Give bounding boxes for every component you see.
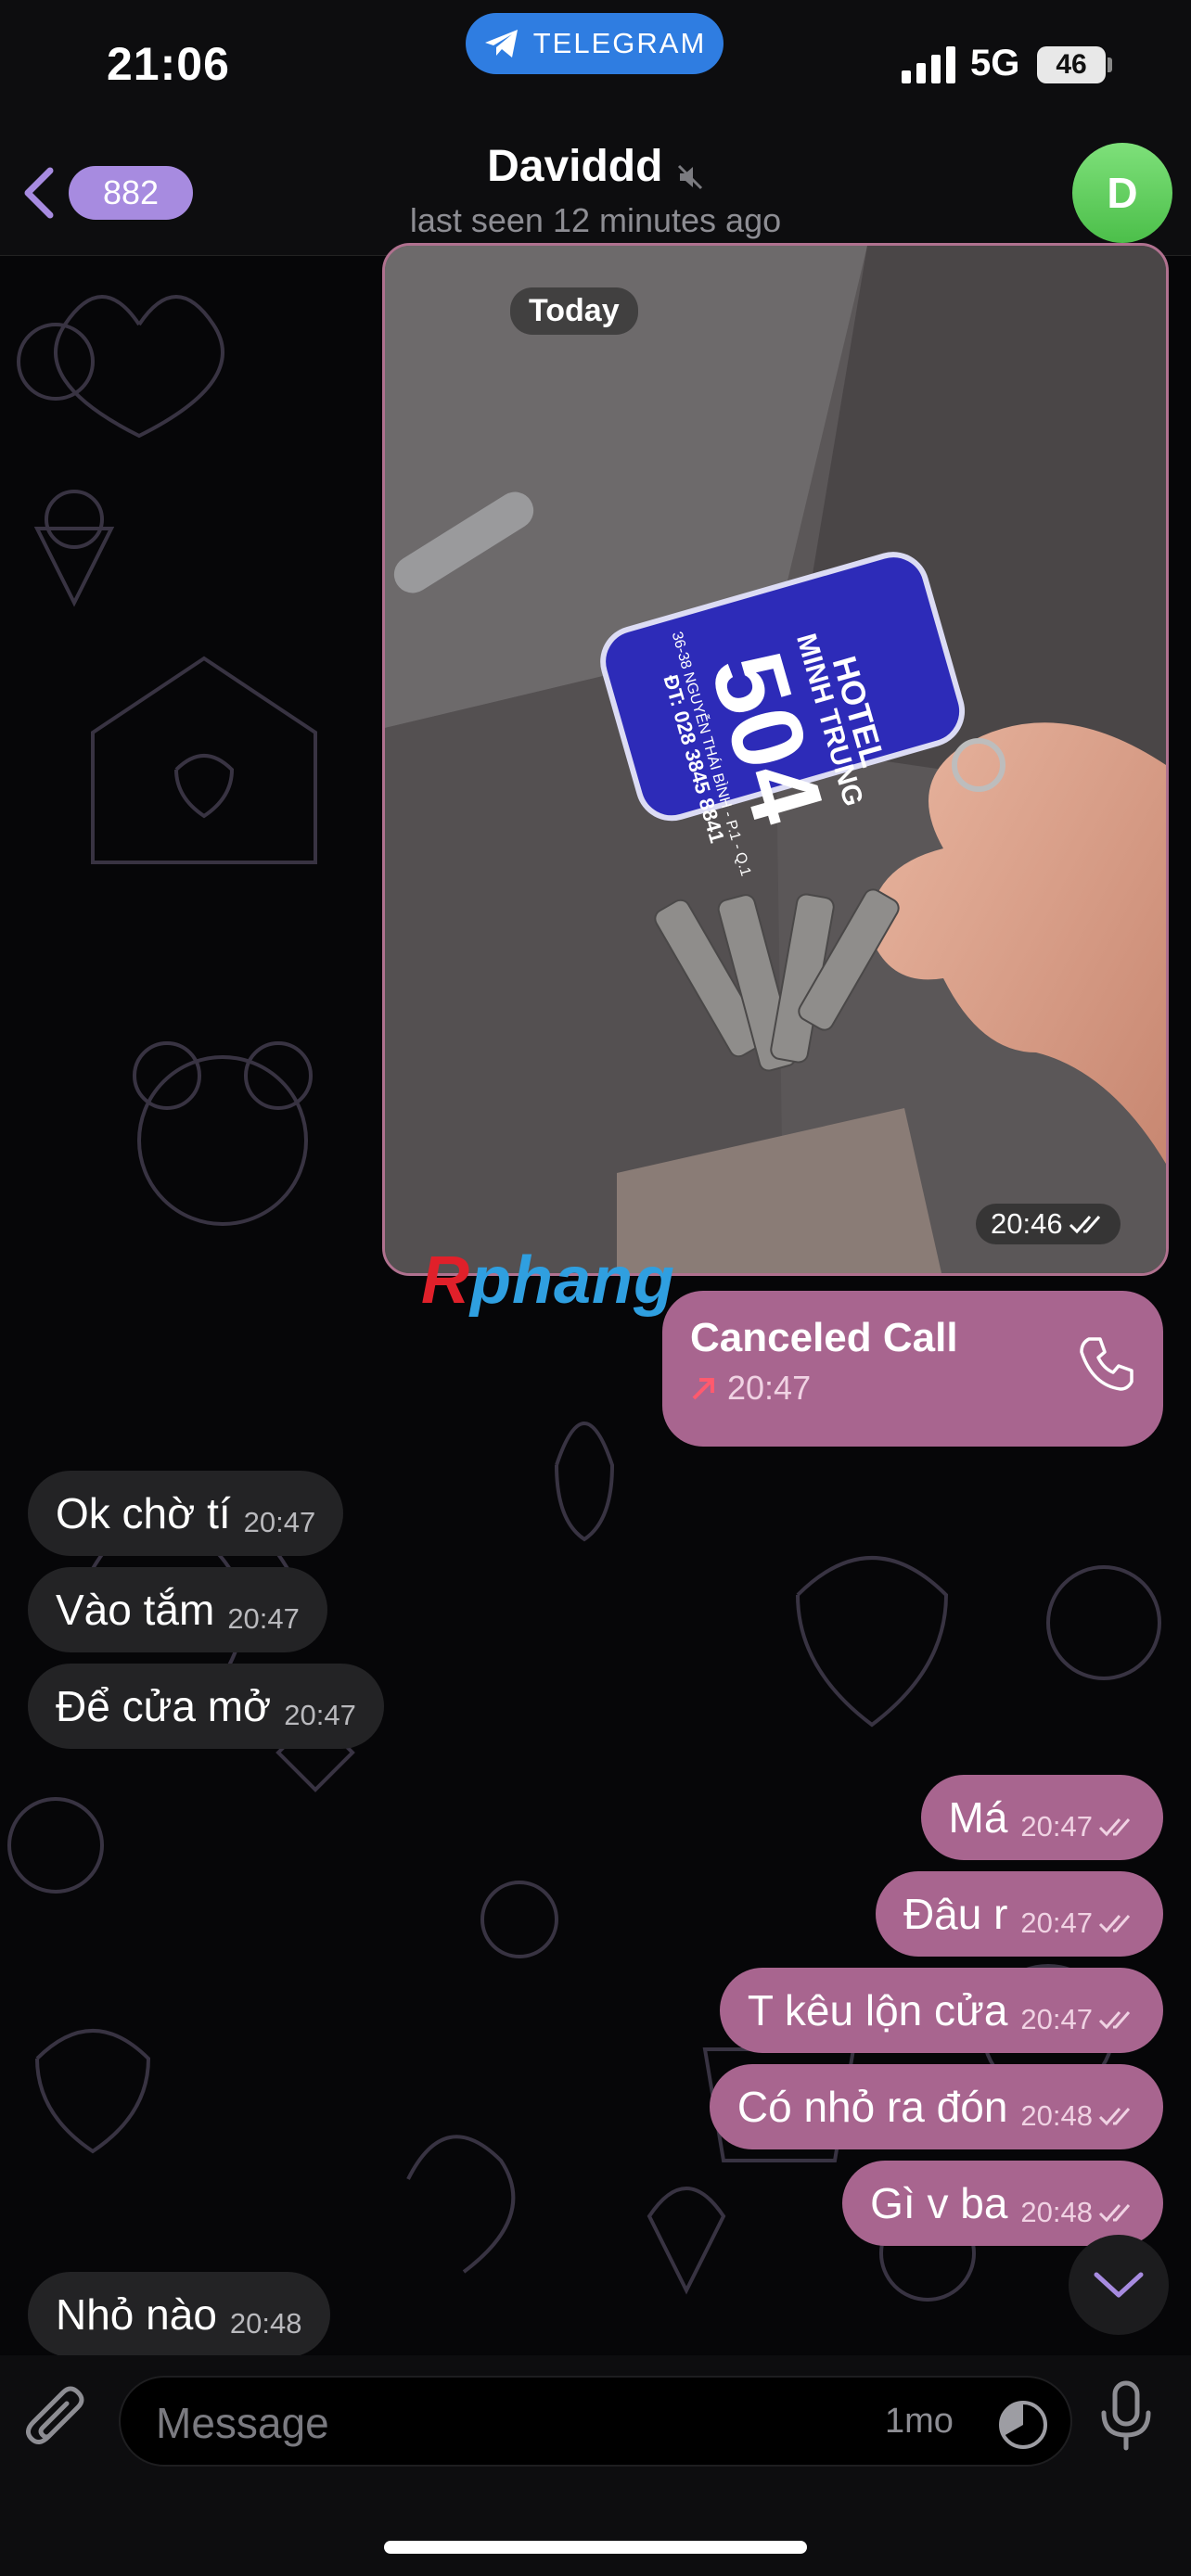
watermark-logo: Rphang [421,1243,675,1319]
message-text: Má [948,1793,1008,1842]
call-meta: 20:47 [690,1369,1135,1408]
composer-bar: 1mo [0,2355,1191,2576]
message-bubble-incoming[interactable]: Để cửa mở 20:47 [28,1664,384,1749]
message-bubble-incoming[interactable]: Ok chờ tí 20:47 [28,1471,344,1556]
double-check-icon [1069,1216,1100,1234]
message-time: 20:48 [229,2307,302,2340]
watermark-r: R [421,1243,470,1318]
call-title: Canceled Call [690,1315,958,1360]
message-time: 20:48 [1020,2196,1093,2228]
double-check-icon [1098,2108,1131,2126]
scroll-to-bottom-button[interactable] [1069,2235,1169,2335]
double-check-icon [1098,1915,1131,1933]
clock: 21:06 [107,38,230,90]
chat-title-suffix: d [635,142,663,191]
message-bubble-outgoing[interactable]: Gì v ba 20:48 [842,2161,1163,2246]
status-bar: 21:06 TELEGRAM 5G 46 [0,0,1191,130]
telegram-icon [484,30,518,57]
microphone-icon[interactable] [1098,2379,1154,2454]
avatar[interactable]: D [1072,143,1172,243]
unread-count-badge: 882 [69,166,193,220]
battery-indicator: 46 [1037,46,1106,83]
canceled-call-message[interactable]: Canceled Call 20:47 [662,1291,1163,1447]
watermark-rest: phang [470,1243,675,1318]
message-text: T kêu lộn cửa [747,1986,1008,2034]
message-time: 20:47 [284,1699,356,1731]
double-check-icon [1098,1818,1131,1837]
date-chip: Today [510,287,638,335]
message-bubble-outgoing[interactable]: Má 20:47 [920,1775,1163,1860]
message-bubble-outgoing[interactable]: Đâu r 20:47 [875,1871,1163,1957]
message-time: 20:48 [1020,2099,1093,2132]
chat-title: Davidd [487,142,636,191]
mute-icon [677,164,702,189]
photo-message[interactable]: HOTEL MINH TRUNG 504 36-38 NGUYỄN THÁI B… [382,243,1169,1276]
message-time: 20:47 [1020,1810,1093,1843]
network-label: 5G [970,43,1020,83]
app-pill-label: TELEGRAM [532,27,707,59]
message-text: Đâu r [903,1890,1008,1938]
timer-icon[interactable] [996,2398,1050,2452]
telegram-pill[interactable]: TELEGRAM [466,13,724,74]
message-field[interactable]: 1mo [119,2376,1072,2467]
paperclip-icon[interactable] [26,2383,91,2457]
double-check-icon [1098,2204,1131,2223]
message-input[interactable] [154,2394,863,2452]
back-button[interactable]: 882 [19,165,193,221]
battery-tip [1108,57,1112,72]
message-text: Có nhỏ ra đón [736,2083,1008,2131]
message-time: 20:47 [243,1506,316,1538]
photo-time: 20:46 [991,1207,1063,1240]
chevron-down-icon [1094,2272,1144,2298]
chat-header: Daviddd last seen 12 minutes ago 882 D [0,130,1191,256]
photo-timestamp: 20:46 [976,1204,1121,1244]
call-time: 20:47 [727,1369,812,1407]
chat-screen: 21:06 TELEGRAM 5G 46 Daviddd last seen 1… [0,0,1191,2576]
auto-delete-timer-label: 1mo [885,2402,954,2441]
message-bubble-incoming[interactable]: Nhỏ nào 20:48 [28,2272,330,2357]
message-bubble-outgoing[interactable]: T kêu lộn cửa 20:47 [719,1968,1163,2053]
message-time: 20:47 [1020,2003,1093,2035]
message-time: 20:47 [1020,1906,1093,1939]
outgoing-arrow-icon [692,1378,714,1400]
double-check-icon [1098,2011,1131,2030]
chevron-left-icon [24,167,54,219]
message-text: Ok chờ tí [56,1489,231,1537]
message-text: Nhỏ nào [56,2290,217,2339]
message-text: Để cửa mở [56,1682,272,1730]
signal-icon [902,46,955,83]
message-text: Gì v ba [870,2179,1008,2227]
home-indicator[interactable] [384,2541,807,2554]
message-text: Vào tắm [56,1586,215,1634]
message-bubble-outgoing[interactable]: Có nhỏ ra đón 20:48 [709,2064,1163,2149]
phone-icon[interactable] [1076,1333,1137,1395]
message-time: 20:47 [227,1602,300,1635]
message-bubble-incoming[interactable]: Vào tắm 20:47 [28,1567,327,1652]
